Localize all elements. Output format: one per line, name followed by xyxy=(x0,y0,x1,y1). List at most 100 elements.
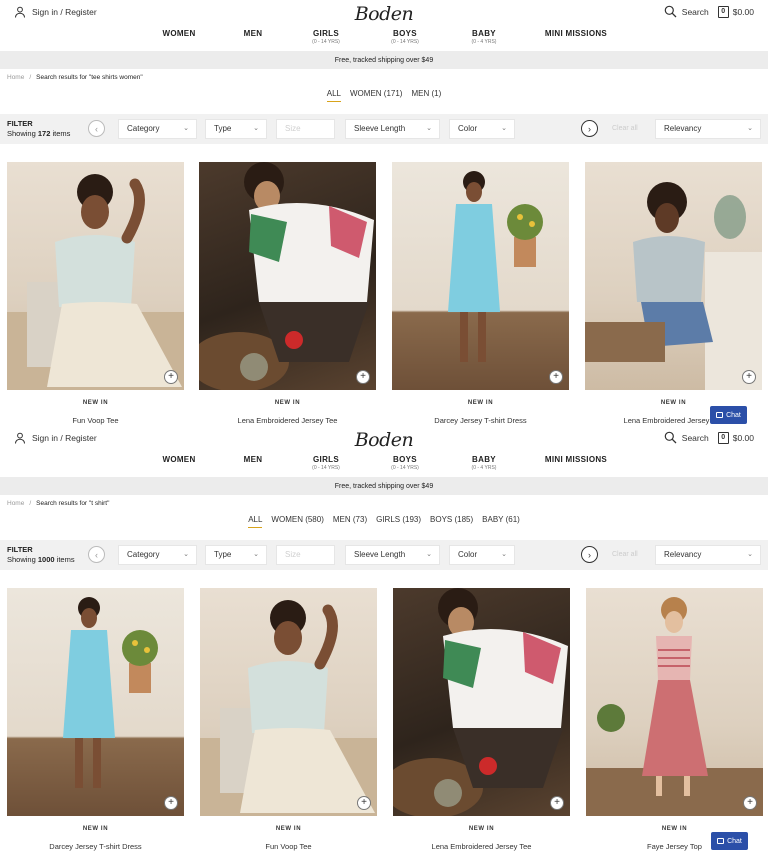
shopping-bag-button[interactable]: 0 $0.00 xyxy=(717,5,754,18)
boden-logo[interactable]: Boden xyxy=(354,3,414,25)
sort-select[interactable]: Relevancy ⌄ xyxy=(655,119,761,139)
chat-label: Chat xyxy=(726,411,741,419)
category-tabs: ALL WOMEN (580) MEN (73) GIRLS (193) BOY… xyxy=(0,515,768,528)
product-name[interactable]: Darcey Jersey T-shirt Dress xyxy=(392,416,569,425)
clear-all-filters[interactable]: Clear all xyxy=(612,125,638,132)
chevron-right-icon[interactable]: › xyxy=(581,546,598,563)
tab-baby[interactable]: BABY (61) xyxy=(482,515,520,528)
search-button[interactable]: Search xyxy=(664,431,709,444)
product-card[interactable]: + NEW IN Lena Embroidered Jersey Tee xyxy=(393,588,570,851)
product-card[interactable]: + NEW IN Lena Embroidered Jersey Tee xyxy=(199,162,376,425)
category-filter[interactable]: Category ⌄ xyxy=(118,119,197,139)
plus-icon[interactable]: + xyxy=(742,370,756,384)
size-filter-label: Size xyxy=(285,550,301,559)
search-button[interactable]: Search xyxy=(664,5,709,18)
breadcrumb-home[interactable]: Home xyxy=(7,74,24,81)
color-filter[interactable]: Color ⌄ xyxy=(449,119,515,139)
plus-icon[interactable]: + xyxy=(164,796,178,810)
product-card[interactable]: + NEW IN Fun Voop Tee xyxy=(200,588,377,851)
size-filter[interactable]: Size xyxy=(276,545,335,565)
color-filter[interactable]: Color ⌄ xyxy=(449,545,515,565)
shopping-bag-button[interactable]: 0 $0.00 xyxy=(717,431,754,444)
nav-girls[interactable]: GIRLS (0 - 14 YRS) xyxy=(312,29,340,45)
nav-girls[interactable]: GIRLS (0 - 14 YRS) xyxy=(312,455,340,471)
new-in-badge: NEW IN xyxy=(274,400,301,406)
chat-button[interactable]: Chat xyxy=(711,832,748,850)
plus-icon[interactable]: + xyxy=(549,370,563,384)
nav-women-label: WOMEN xyxy=(162,29,196,38)
product-image[interactable]: + xyxy=(7,162,184,390)
plus-icon[interactable]: + xyxy=(357,796,371,810)
tab-all[interactable]: ALL xyxy=(326,89,341,102)
nav-men[interactable]: MEN xyxy=(244,29,263,38)
product-name[interactable]: Lena Embroidered Jersey Tee xyxy=(393,842,570,851)
product-card[interactable]: + NEW IN Darcey Jersey T-shirt Dress xyxy=(7,588,184,851)
plus-icon[interactable]: + xyxy=(743,796,757,810)
chevron-down-icon: ⌄ xyxy=(426,125,432,132)
sign-in-label: Sign in / Register xyxy=(32,433,97,443)
sleeve-length-filter[interactable]: Sleeve Length ⌄ xyxy=(345,119,440,139)
chevron-right-icon[interactable]: › xyxy=(581,120,598,137)
nav-mini-missions[interactable]: MINI MISSIONS xyxy=(545,29,607,38)
product-card[interactable]: + NEW IN Fun Voop Tee xyxy=(7,162,184,425)
type-filter[interactable]: Type ⌄ xyxy=(205,545,267,565)
user-icon xyxy=(15,6,25,18)
product-photo xyxy=(586,597,763,816)
type-filter[interactable]: Type ⌄ xyxy=(205,119,267,139)
nav-mini-missions[interactable]: MINI MISSIONS xyxy=(545,455,607,464)
product-image[interactable]: + xyxy=(7,588,184,816)
boden-logo[interactable]: Boden xyxy=(354,429,414,451)
clear-all-filters[interactable]: Clear all xyxy=(612,551,638,558)
tab-men[interactable]: MEN (73) xyxy=(333,515,367,528)
chat-button[interactable]: Chat xyxy=(710,406,747,424)
sleeve-length-filter[interactable]: Sleeve Length ⌄ xyxy=(345,545,440,565)
site-header: Sign in / Register Boden Search 0 $0.00 … xyxy=(0,0,768,52)
breadcrumb-home[interactable]: Home xyxy=(7,500,24,507)
plus-icon[interactable]: + xyxy=(164,370,178,384)
nav-boys[interactable]: BOYS (0 - 14 YRS) xyxy=(391,455,419,471)
nav-baby[interactable]: BABY (0 - 4 YRS) xyxy=(472,29,497,45)
category-filter[interactable]: Category ⌄ xyxy=(118,545,197,565)
tab-boys[interactable]: BOYS (185) xyxy=(430,515,473,528)
nav-baby[interactable]: BABY (0 - 4 YRS) xyxy=(472,455,497,471)
product-image[interactable]: + xyxy=(199,162,376,390)
product-image[interactable]: + xyxy=(586,588,763,816)
chevron-left-icon[interactable]: ‹ xyxy=(88,120,105,137)
product-image[interactable]: + xyxy=(585,162,762,390)
product-image[interactable]: + xyxy=(200,588,377,816)
chevron-left-icon[interactable]: ‹ xyxy=(88,546,105,563)
product-name[interactable]: Lena Embroidered Jersey Tee xyxy=(199,416,376,425)
showing-prefix: Showing xyxy=(7,555,36,564)
main-nav: WOMEN MEN GIRLS (0 - 14 YRS) BOYS (0 - 14 … xyxy=(0,455,768,475)
nav-boys[interactable]: BOYS (0 - 14 YRS) xyxy=(391,29,419,45)
plus-icon[interactable]: + xyxy=(550,796,564,810)
product-card[interactable]: + NEW IN Darcey Jersey T-shirt Dress xyxy=(392,162,569,425)
product-name[interactable]: Darcey Jersey T-shirt Dress xyxy=(7,842,184,851)
tab-women[interactable]: WOMEN (580) xyxy=(271,515,323,528)
chat-icon xyxy=(717,838,725,844)
nav-women[interactable]: WOMEN xyxy=(162,455,195,464)
product-name[interactable]: Fun Voop Tee xyxy=(200,842,377,851)
type-filter-label: Type xyxy=(214,124,232,133)
tab-women[interactable]: WOMEN (171) xyxy=(350,89,402,102)
new-in-badge: NEW IN xyxy=(275,826,302,832)
size-filter[interactable]: Size xyxy=(276,119,335,139)
search-results-screen-tee-shirts-women: Sign in / Register Boden Search 0 $0.00 … xyxy=(0,0,768,426)
plus-icon[interactable]: + xyxy=(356,370,370,384)
tab-all[interactable]: ALL xyxy=(248,515,263,528)
sign-in-link[interactable]: Sign in / Register xyxy=(14,432,97,444)
tab-girls[interactable]: GIRLS (193) xyxy=(376,515,421,528)
nav-men[interactable]: MEN xyxy=(244,455,263,464)
showing-count: 172 xyxy=(37,129,51,138)
nav-women[interactable]: WOMEN xyxy=(162,29,195,38)
product-card[interactable]: + NEW IN Lena Embroidered Jersey Tee xyxy=(585,162,762,425)
sign-in-label: Sign in / Register xyxy=(32,7,97,17)
sleeve-length-filter-label: Sleeve Length xyxy=(354,124,406,133)
product-card[interactable]: + NEW IN Faye Jersey Top xyxy=(586,588,763,851)
product-image[interactable]: + xyxy=(392,162,569,390)
sign-in-link[interactable]: Sign in / Register xyxy=(14,6,97,18)
tab-men[interactable]: MEN (1) xyxy=(411,89,441,102)
sort-select[interactable]: Relevancy ⌄ xyxy=(655,545,761,565)
product-image[interactable]: + xyxy=(393,588,570,816)
product-name[interactable]: Fun Voop Tee xyxy=(7,416,184,425)
